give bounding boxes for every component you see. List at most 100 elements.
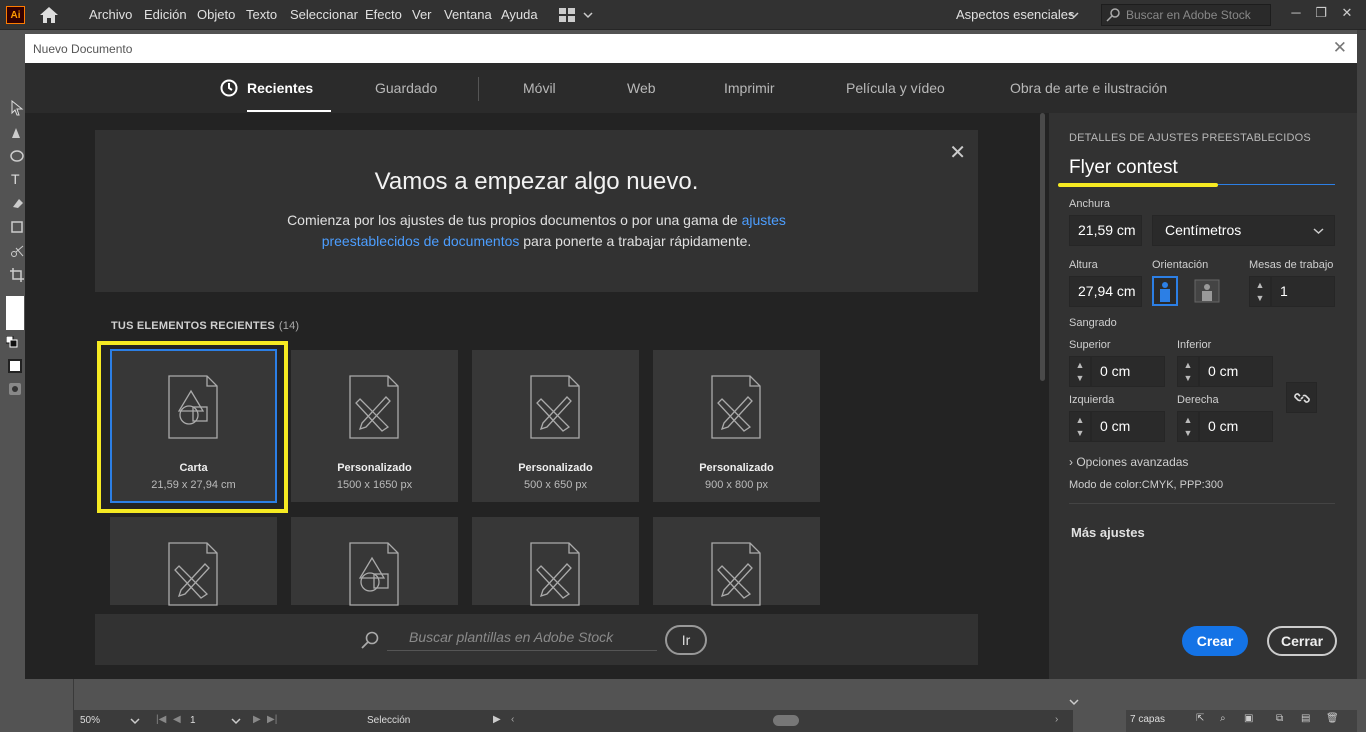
menu-ayuda[interactable]: Ayuda bbox=[501, 7, 538, 22]
tab-movil[interactable]: Móvil bbox=[523, 80, 556, 96]
zoom-level[interactable]: 50% bbox=[80, 715, 100, 726]
menu-ver[interactable]: Ver bbox=[412, 7, 432, 22]
scroll-left-icon[interactable]: ‹ bbox=[511, 714, 514, 725]
page-dropdown-icon[interactable] bbox=[231, 717, 241, 725]
bleed-top-input[interactable]: 0 cm bbox=[1091, 356, 1165, 387]
bleed-right-input[interactable]: 0 cm bbox=[1199, 411, 1273, 442]
stock-search-input[interactable]: Buscar en Adobe Stock bbox=[1101, 4, 1271, 26]
arrange-documents-icon[interactable] bbox=[559, 8, 593, 22]
recent-card-personalizado-1[interactable]: Personalizado 1500 x 1650 px bbox=[291, 350, 458, 502]
tab-pelicula-video[interactable]: Película y vídeo bbox=[846, 80, 945, 96]
menu-ventana[interactable]: Ventana bbox=[444, 7, 492, 22]
prev-page-icon[interactable]: ◀ bbox=[173, 714, 181, 725]
bleed-top-stepper[interactable]: ▲ ▼ bbox=[1069, 356, 1091, 387]
artboard-tool-icon[interactable] bbox=[10, 268, 24, 282]
tab-guardado[interactable]: Guardado bbox=[375, 80, 437, 96]
recent-card-row2-2[interactable] bbox=[291, 517, 458, 606]
portrait-orientation-icon[interactable] bbox=[1152, 276, 1178, 306]
minimize-icon[interactable]: ─ bbox=[1287, 4, 1305, 22]
card-size: 500 x 650 px bbox=[524, 479, 587, 491]
link-bleed-button[interactable] bbox=[1286, 382, 1317, 413]
artboards-stepper[interactable]: ▲ ▼ bbox=[1249, 276, 1271, 307]
home-icon[interactable] bbox=[39, 6, 59, 24]
zoom-dropdown-icon[interactable] bbox=[130, 717, 140, 725]
close-app-icon[interactable]: ✕ bbox=[1338, 4, 1356, 22]
chevron-down-icon[interactable] bbox=[1313, 227, 1324, 235]
drawing-mode-icon[interactable] bbox=[8, 382, 22, 396]
tab-separator bbox=[478, 77, 479, 101]
scroll-down-icon[interactable] bbox=[1068, 698, 1080, 706]
status-menu-icon[interactable]: ▶ bbox=[493, 714, 501, 725]
page-number[interactable]: 1 bbox=[190, 715, 196, 726]
menu-seleccionar[interactable]: Seleccionar bbox=[290, 7, 358, 22]
fill-swatch[interactable] bbox=[6, 296, 24, 330]
height-input[interactable]: 27,94 cm bbox=[1069, 276, 1142, 307]
width-label: Anchura bbox=[1069, 198, 1110, 210]
menu-archivo[interactable]: Archivo bbox=[89, 7, 132, 22]
default-colors-icon[interactable] bbox=[6, 336, 18, 348]
bleed-left-stepper[interactable]: ▲ ▼ bbox=[1069, 411, 1091, 442]
tab-imprimir[interactable]: Imprimir bbox=[724, 80, 775, 96]
artboards-label: Mesas de trabajo bbox=[1249, 259, 1334, 271]
horizontal-scroll-thumb[interactable] bbox=[773, 715, 799, 726]
tab-obra-arte[interactable]: Obra de arte e ilustración bbox=[1010, 80, 1167, 96]
menu-edicion[interactable]: Edición bbox=[144, 7, 187, 22]
create-button[interactable]: Crear bbox=[1182, 626, 1248, 656]
first-page-icon[interactable]: |◀ bbox=[156, 714, 166, 725]
bleed-bottom-stepper[interactable]: ▲ ▼ bbox=[1177, 356, 1199, 387]
scroll-right-icon[interactable]: › bbox=[1055, 714, 1058, 725]
eraser-tool-icon[interactable] bbox=[10, 196, 24, 210]
workspace-switcher[interactable]: Aspectos esenciales bbox=[956, 7, 1075, 22]
locate-object-icon[interactable]: ⌕ bbox=[1220, 713, 1226, 724]
tab-web[interactable]: Web bbox=[627, 80, 656, 96]
new-layer-icon[interactable]: ▤ bbox=[1301, 713, 1310, 724]
selection-tool-icon[interactable] bbox=[10, 100, 24, 116]
bleed-bottom-input[interactable]: 0 cm bbox=[1199, 356, 1273, 387]
more-settings-button[interactable]: Más ajustes bbox=[1071, 525, 1145, 540]
artboards-input[interactable]: 1 bbox=[1271, 276, 1335, 307]
trash-icon[interactable]: 🗑 bbox=[1326, 713, 1339, 724]
recent-card-personalizado-3[interactable]: Personalizado 900 x 800 px bbox=[653, 350, 820, 502]
export-icon[interactable]: ⇱ bbox=[1196, 713, 1204, 724]
preset-name-input[interactable]: Flyer contest bbox=[1069, 157, 1335, 185]
menu-texto[interactable]: Texto bbox=[246, 7, 277, 22]
document-ruler-pencil-icon bbox=[168, 542, 218, 606]
recent-items-title: TUS ELEMENTOS RECIENTES bbox=[111, 320, 275, 332]
width-input[interactable]: 21,59 cm bbox=[1069, 215, 1142, 246]
menu-objeto[interactable]: Objeto bbox=[197, 7, 235, 22]
advanced-options-toggle[interactable]: › Opciones avanzadas bbox=[1069, 455, 1188, 469]
selected-card-border bbox=[110, 349, 277, 503]
recent-card-row2-1[interactable] bbox=[110, 517, 277, 606]
content-scrollbar[interactable] bbox=[1040, 113, 1045, 381]
dialog-close-icon[interactable]: ✕ bbox=[1333, 38, 1347, 58]
bleed-right-stepper[interactable]: ▲ ▼ bbox=[1177, 411, 1199, 442]
make-clipping-mask-icon[interactable]: ▣ bbox=[1244, 713, 1253, 724]
recent-card-row2-3[interactable] bbox=[472, 517, 639, 606]
close-button[interactable]: Cerrar bbox=[1267, 626, 1337, 656]
tab-recientes[interactable]: Recientes bbox=[247, 80, 313, 96]
go-button[interactable]: Ir bbox=[665, 625, 707, 655]
card-size: 1500 x 1650 px bbox=[336, 479, 413, 491]
restore-icon[interactable]: ❐ bbox=[1312, 4, 1330, 22]
template-search-input[interactable]: Buscar plantillas en Adobe Stock bbox=[387, 629, 657, 651]
landscape-orientation-icon[interactable] bbox=[1194, 276, 1220, 306]
pen-tool-icon[interactable] bbox=[10, 126, 24, 140]
bleed-left-input[interactable]: 0 cm bbox=[1091, 411, 1165, 442]
last-page-icon[interactable]: ▶| bbox=[267, 714, 277, 725]
units-select[interactable]: Centímetros bbox=[1152, 215, 1335, 246]
recent-card-row2-4[interactable] bbox=[653, 517, 820, 606]
app-menubar: Ai Archivo Edición Objeto Texto Seleccio… bbox=[0, 0, 1366, 30]
chevron-down-icon[interactable] bbox=[1069, 11, 1079, 19]
scissors-tool-icon[interactable] bbox=[10, 244, 24, 258]
welcome-close-icon[interactable]: ✕ bbox=[949, 140, 966, 165]
recent-card-personalizado-2[interactable]: Personalizado 500 x 650 px bbox=[472, 350, 639, 502]
rectangle-tool-icon[interactable] bbox=[10, 220, 24, 234]
color-mode-swatch[interactable] bbox=[8, 359, 22, 373]
type-tool-icon[interactable]: T bbox=[11, 171, 20, 187]
menu-efecto[interactable]: Efecto bbox=[365, 7, 402, 22]
layers-count: 7 capas bbox=[1130, 714, 1166, 725]
create-sublayer-icon[interactable]: ⧉ bbox=[1276, 713, 1283, 724]
ellipse-tool-icon[interactable] bbox=[10, 150, 24, 162]
next-page-icon[interactable]: ▶ bbox=[253, 714, 261, 725]
welcome-title: Vamos a empezar algo nuevo. bbox=[374, 168, 699, 195]
